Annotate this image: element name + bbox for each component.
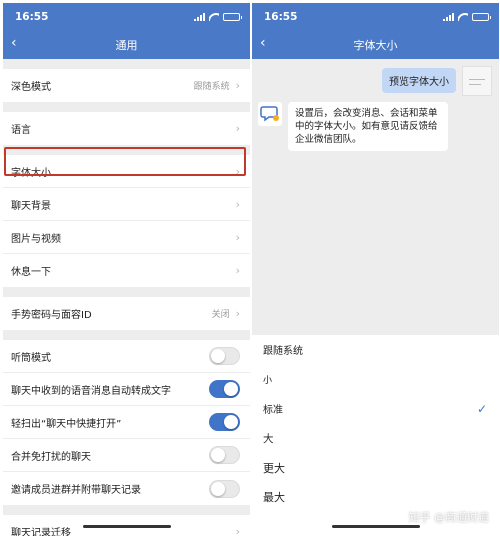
earpiece-mode-label: 听筒模式 [11,352,51,364]
chat-preview: 预览字体大小 设置后，会改变消息、会话和菜单中的字体大小。如有意见请反馈给企业微… [252,59,499,335]
take-a-break-item[interactable]: 休息一下 › [3,254,250,287]
photos-videos-item[interactable]: 图片与视频 › [3,221,250,254]
settings-group-security: 手势密码与面容ID 关闭 › [3,297,250,330]
general-settings-screen: 16:55 ‹ 通用 深色模式 跟随系统 › 语言 › 字体大小 › 聊天背景 › [3,3,250,536]
settings-group-display: 深色模式 跟随系统 › [3,69,250,102]
signal-icon [443,12,454,21]
option-label: 大 [263,432,274,445]
merge-muted-chats-label: 合并免打扰的聊天 [11,451,91,463]
option-label: 更大 [263,461,285,475]
chat-background-label: 聊天背景 [11,200,51,212]
swipe-quick-open-label: 轻扫出“聊天中快捷打开” [11,418,122,430]
option-larger[interactable]: 更大 [252,453,499,483]
chevron-right-icon: › [235,307,240,320]
settings-group-language: 语言 › [3,112,250,145]
photos-videos-label: 图片与视频 [11,233,61,245]
dark-mode-value: 跟随系统 [193,82,230,92]
chevron-right-icon: › [235,264,240,277]
dark-mode-item[interactable]: 深色模式 跟随系统 › [3,69,250,102]
chevron-right-icon: › [235,525,240,536]
chevron-right-icon: › [235,230,240,244]
chat-bubble-icon [258,102,282,126]
earpiece-mode-toggle[interactable] [209,347,240,365]
back-icon[interactable]: ‹ [11,36,17,50]
watermark: 知乎 @商通财道 [408,511,490,524]
language-item[interactable]: 语言 › [3,112,250,145]
chevron-right-icon: › [235,79,240,92]
option-small[interactable]: 小 [252,365,499,395]
battery-icon [223,12,242,21]
invite-with-history-toggle[interactable] [209,479,240,498]
voice-to-text-item: 聊天中收到的语音消息自动转成文字 [3,373,250,406]
invite-with-history-label: 邀请成员进群并附带聊天记录 [11,485,141,496]
info-message-bubble: 设置后，会改变消息、会话和菜单中的字体大小。如有意见请反馈给企业微信团队。 [288,102,448,151]
font-size-item[interactable]: 字体大小 › [3,155,250,188]
nav-bar: ‹ 通用 [3,30,250,59]
option-large[interactable]: 大 [252,424,499,454]
status-time: 16:55 [264,10,298,23]
status-bar: 16:55 [3,3,250,30]
settings-group-chat: 字体大小 › 聊天背景 › 图片与视频 › 休息一下 › [3,155,250,287]
option-label: 跟随系统 [263,346,303,358]
nav-bar: ‹ 字体大小 [252,30,499,59]
option-standard[interactable]: 标准 ✓ [252,394,499,424]
option-label: 小 [263,375,273,386]
chevron-right-icon: › [235,164,240,178]
option-label: 最大 [263,491,285,505]
chat-background-item[interactable]: 聊天背景 › [3,188,250,221]
settings-group-toggles: 听筒模式 聊天中收到的语音消息自动转成文字 轻扫出“聊天中快捷打开” 合并免打扰… [3,340,250,505]
earpiece-mode-item: 听筒模式 [3,340,250,373]
language-label: 语言 [11,125,31,136]
battery-icon [472,12,491,21]
gesture-faceid-value: 关闭 [211,310,230,320]
swipe-quick-open-toggle[interactable] [209,413,240,431]
chevron-right-icon: › [235,197,240,211]
merge-muted-chats-item: 合并免打扰的聊天 [3,439,250,472]
status-time: 16:55 [15,10,49,23]
gesture-faceid-label: 手势密码与面容ID [11,310,92,321]
page-title: 通用 [115,38,138,52]
signal-icon [194,12,205,21]
take-a-break-label: 休息一下 [11,267,51,278]
chat-history-migration-label: 聊天记录迁移 [11,528,71,536]
preview-message-bubble: 预览字体大小 [382,68,456,93]
voice-to-text-label: 聊天中收到的语音消息自动转成文字 [11,385,171,397]
home-indicator [82,525,171,528]
user-avatar [462,66,492,96]
merge-muted-chats-toggle[interactable] [209,446,240,464]
home-indicator [331,525,420,528]
status-bar: 16:55 [252,3,499,30]
checkmark-icon: ✓ [476,401,487,416]
back-icon[interactable]: ‹ [260,36,266,50]
option-follow-system[interactable]: 跟随系统 [252,335,499,365]
wifi-icon [458,13,468,21]
wifi-icon [209,13,219,21]
font-size-screen: 16:55 ‹ 字体大小 预览字体大小 设置后，会改变消息、会话和菜单中的字体大… [252,3,499,536]
voice-to-text-toggle[interactable] [209,380,240,398]
dark-mode-label: 深色模式 [11,82,51,93]
option-largest[interactable]: 最大 [252,483,499,513]
option-label: 标准 [263,405,283,417]
page-title: 字体大小 [353,38,398,52]
font-size-label: 字体大小 [11,167,51,179]
invite-with-history-item: 邀请成员进群并附带聊天记录 [3,472,250,505]
swipe-quick-open-item: 轻扫出“聊天中快捷打开” [3,406,250,439]
gesture-faceid-item[interactable]: 手势密码与面容ID 关闭 › [3,297,250,330]
font-size-options-sheet: 跟随系统 小 标准 ✓ 大 更大 最大 [252,335,499,536]
chevron-right-icon: › [235,122,240,135]
